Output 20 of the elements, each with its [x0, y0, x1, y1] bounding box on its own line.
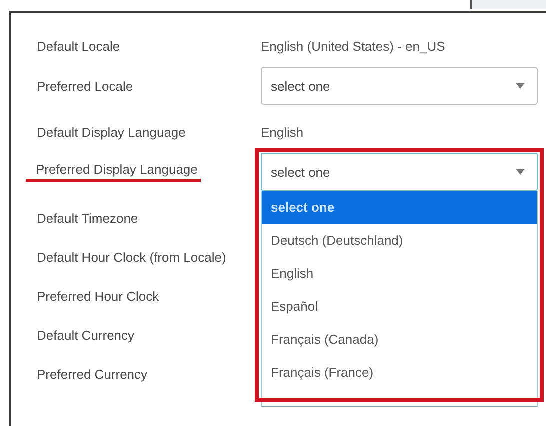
field-value: English (United States) - en_US	[261, 39, 446, 54]
field-label: Preferred Currency	[36, 367, 149, 382]
dropdown-option[interactable]: English	[262, 257, 537, 290]
field-label: Default Currency	[36, 328, 136, 343]
field-label: Preferred Locale	[36, 78, 134, 94]
field-value: English	[261, 125, 305, 140]
field-label: Preferred Display Language	[26, 162, 201, 182]
field-label: Default Locale	[36, 39, 122, 54]
dropdown-option[interactable]: Français (Canada)	[262, 323, 537, 356]
field-label: Preferred Hour Clock	[36, 289, 160, 304]
caret-icon	[516, 169, 525, 175]
dropdown-option[interactable]: select one	[262, 191, 537, 224]
dropdown-field[interactable]: select one	[261, 67, 538, 105]
field-label: Default Display Language	[36, 125, 187, 140]
dropdown-option[interactable]: Français (France)	[262, 356, 537, 389]
dropdown-option[interactable]: Español	[262, 290, 537, 323]
dropdown-option[interactable]: Deutsch (Deutschland)	[262, 224, 537, 257]
caret-icon	[516, 83, 525, 89]
field-label: Default Timezone	[36, 211, 140, 226]
field-label: Default Hour Clock (from Locale)	[36, 250, 228, 265]
